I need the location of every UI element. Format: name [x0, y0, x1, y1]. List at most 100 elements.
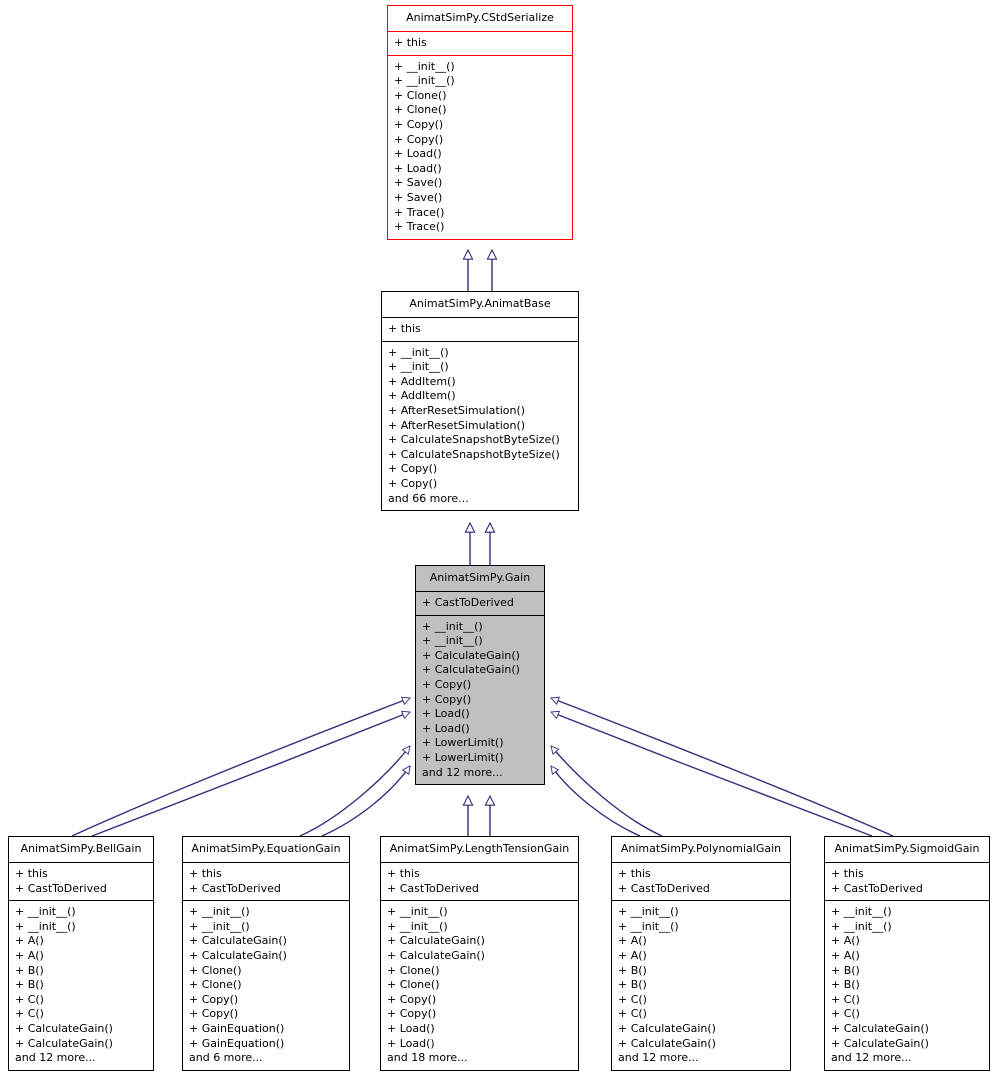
method-row: + Load(): [422, 707, 470, 721]
method-row: + LowerLimit(): [422, 750, 504, 764]
method-row: + A(): [618, 948, 647, 962]
class-node-animatbase[interactable]: AnimatSimPy.AnimatBase + this + __init__…: [381, 291, 579, 512]
method-row: + C(): [618, 1007, 647, 1021]
method-row: + B(): [831, 963, 860, 977]
class-node-equationgain[interactable]: AnimatSimPy.EquationGain + this + CastTo…: [182, 836, 350, 1071]
methods-compartment: + __init__() + __init__() + AddItem() + …: [382, 340, 578, 511]
method-row: + __init__(): [422, 634, 483, 648]
attributes-compartment: + this + CastToDerived: [9, 862, 153, 900]
class-title: AnimatSimPy.PolynomialGain: [620, 842, 782, 855]
class-title: AnimatSimPy.SigmoidGain: [834, 842, 980, 855]
class-node-lengthtensiongain[interactable]: AnimatSimPy.LengthTensionGain + this + C…: [380, 836, 579, 1071]
method-row: + AfterResetSimulation(): [388, 418, 526, 432]
methods-compartment: + __init__() + __init__() + A() + A() + …: [9, 900, 153, 1070]
method-row: + AfterResetSimulation(): [388, 403, 526, 417]
class-node-sigmoidgain[interactable]: AnimatSimPy.SigmoidGain + this + CastToD…: [824, 836, 990, 1071]
attribute-row: + this: [394, 36, 427, 49]
attributes-compartment: + this + CastToDerived: [825, 862, 989, 900]
method-row: + CalculateGain(): [189, 948, 287, 962]
method-row: + __init__(): [831, 919, 892, 933]
method-row-more: and 66 more...: [388, 491, 469, 505]
method-row: + __init__(): [388, 345, 449, 359]
attribute-row: + this: [15, 867, 48, 880]
method-row-more: and 6 more...: [189, 1051, 263, 1065]
method-row: + Copy(): [388, 476, 438, 490]
method-row: + A(): [831, 934, 860, 948]
class-title: AnimatSimPy.EquationGain: [191, 842, 341, 855]
method-row: + __init__(): [388, 360, 449, 374]
method-row: + CalculateGain(): [618, 1036, 716, 1050]
attribute-row: + this: [387, 867, 420, 880]
method-row: + Copy(): [394, 117, 444, 131]
method-row: + Load(): [394, 161, 442, 175]
methods-compartment: + __init__() + __init__() + A() + A() + …: [825, 900, 989, 1070]
method-row: + Save(): [394, 190, 443, 204]
method-row: + B(): [618, 963, 647, 977]
method-row: + A(): [15, 934, 44, 948]
class-title: AnimatSimPy.AnimatBase: [409, 297, 551, 310]
attribute-row: + this: [618, 867, 651, 880]
method-row: + CalculateGain(): [422, 663, 520, 677]
method-row: + __init__(): [422, 619, 483, 633]
methods-compartment: + __init__() + __init__() + Clone() + Cl…: [388, 54, 572, 239]
edge-sigmoidgain-gain-1: [551, 698, 894, 837]
method-row: + Clone(): [189, 963, 242, 977]
method-row-more: and 12 more...: [831, 1051, 912, 1065]
method-row: + Load(): [422, 721, 470, 735]
method-row: + C(): [831, 1007, 860, 1021]
class-node-bellgain[interactable]: AnimatSimPy.BellGain + this + CastToDeri…: [8, 836, 154, 1071]
attribute-row: + this: [388, 322, 421, 335]
method-row: + Copy(): [387, 1007, 437, 1021]
method-row: + Clone(): [387, 978, 440, 992]
class-node-polynomialgain[interactable]: AnimatSimPy.PolynomialGain + this + Cast…: [611, 836, 791, 1071]
method-row: + A(): [618, 934, 647, 948]
class-title: AnimatSimPy.LengthTensionGain: [389, 842, 570, 855]
methods-compartment: + __init__() + __init__() + CalculateGai…: [183, 900, 349, 1070]
class-title: AnimatSimPy.CStdSerialize: [406, 11, 554, 24]
attribute-row: + CastToDerived: [189, 881, 281, 895]
attribute-row: + CastToDerived: [831, 881, 923, 895]
method-row: + Clone(): [189, 978, 242, 992]
method-row: + Clone(): [387, 963, 440, 977]
edge-polynomialgain-gain-1: [551, 746, 663, 837]
class-node-cstdserialize[interactable]: AnimatSimPy.CStdSerialize + this + __ini…: [387, 5, 573, 240]
method-row: + GainEquation(): [189, 1036, 285, 1050]
method-row: + CalculateGain(): [15, 1021, 113, 1035]
method-row: + CalculateGain(): [387, 948, 485, 962]
method-row: + CalculateGain(): [15, 1036, 113, 1050]
method-row: + __init__(): [189, 905, 250, 919]
method-row: + Load(): [387, 1021, 435, 1035]
attribute-row: + this: [189, 867, 222, 880]
attributes-compartment: + this: [388, 31, 572, 55]
class-node-gain[interactable]: AnimatSimPy.Gain + CastToDerived + __ini…: [415, 565, 545, 786]
method-row: + A(): [15, 948, 44, 962]
method-row: + __init__(): [394, 74, 455, 88]
method-row: + C(): [15, 992, 44, 1006]
method-row: + B(): [15, 963, 44, 977]
methods-compartment: + __init__() + __init__() + CalculateGai…: [381, 900, 578, 1070]
method-row: + C(): [618, 992, 647, 1006]
method-row: + Copy(): [422, 692, 472, 706]
method-row-more: and 12 more...: [15, 1051, 96, 1065]
edge-sigmoidgain-gain-2: [551, 712, 873, 837]
method-row: + Save(): [394, 176, 443, 190]
method-row: + Load(): [394, 147, 442, 161]
method-row-more: and 12 more...: [422, 765, 503, 779]
method-row: + C(): [831, 992, 860, 1006]
method-row: + Trace(): [394, 220, 445, 234]
method-row: + CalculateGain(): [831, 1036, 929, 1050]
method-row: + CalculateGain(): [189, 934, 287, 948]
method-row-more: and 18 more...: [387, 1051, 468, 1065]
attribute-row: + CastToDerived: [618, 881, 710, 895]
method-row: + Clone(): [394, 103, 447, 117]
class-title: AnimatSimPy.BellGain: [20, 842, 142, 855]
methods-compartment: + __init__() + __init__() + A() + A() + …: [612, 900, 790, 1070]
attributes-compartment: + this + CastToDerived: [183, 862, 349, 900]
attributes-compartment: + this + CastToDerived: [612, 862, 790, 900]
method-row: + __init__(): [15, 919, 76, 933]
attributes-compartment: + this + CastToDerived: [381, 862, 578, 900]
method-row: + B(): [831, 978, 860, 992]
method-row: + Copy(): [189, 992, 239, 1006]
method-row: + CalculateSnapshotByteSize(): [388, 447, 560, 461]
method-row: + __init__(): [394, 59, 455, 73]
